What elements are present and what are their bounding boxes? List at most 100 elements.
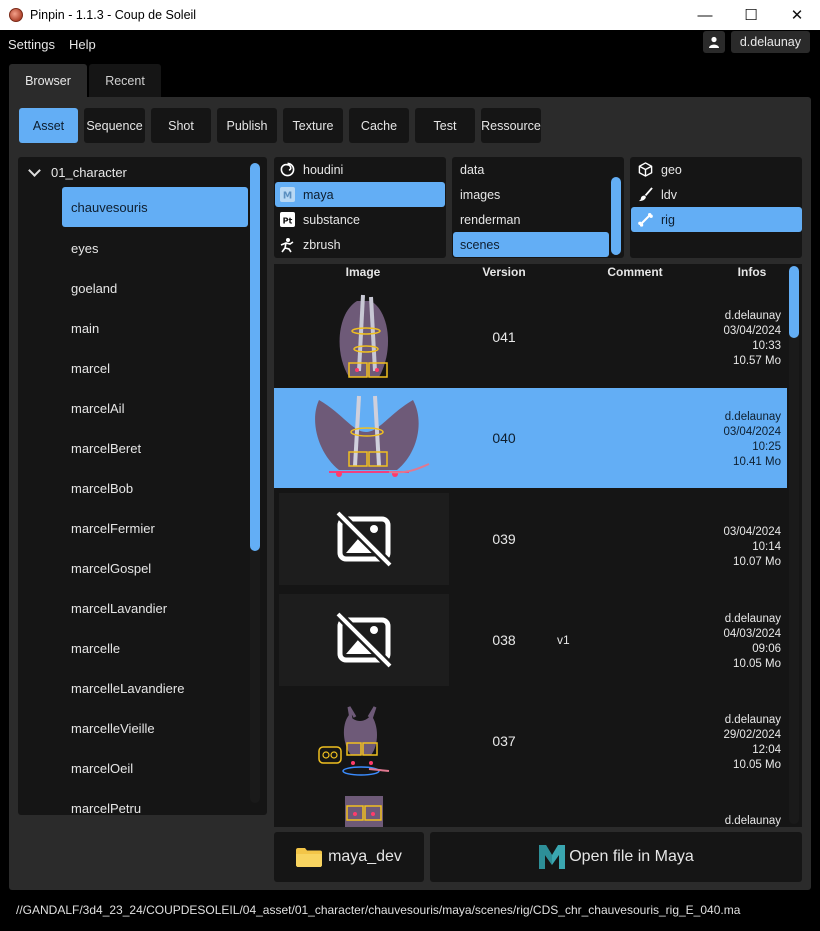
- version-comment: v1: [557, 633, 570, 647]
- table-scrollbar-track[interactable]: [789, 266, 799, 824]
- cube-icon: [637, 162, 653, 178]
- info-user: d.delaunay: [724, 815, 781, 827]
- version-info: d.delaunay 03/04/2024 10:25 10.41 Mo: [681, 410, 781, 470]
- column-header-infos[interactable]: Infos: [712, 265, 792, 285]
- tree-item[interactable]: marcelBeret: [62, 428, 248, 468]
- user-area: d.delaunay: [702, 31, 810, 53]
- tree-item[interactable]: eyes: [62, 228, 248, 268]
- table-row[interactable]: 037 d.delaunay 29/02/2024 12:04 10.05 Mo: [274, 691, 787, 791]
- department-item-ldv[interactable]: ldv: [637, 182, 797, 207]
- open-folder-label: maya_dev: [328, 848, 402, 865]
- department-item-rig[interactable]: rig: [631, 207, 802, 232]
- version-info: d.delaunay: [681, 814, 781, 827]
- menu-settings[interactable]: Settings: [8, 37, 55, 52]
- table-row[interactable]: 039 03/04/2024 10:14 10.07 Mo: [274, 489, 787, 589]
- software-item-substance[interactable]: Pt substance: [279, 207, 441, 232]
- category-texture-button[interactable]: Texture: [283, 108, 343, 143]
- software-item-zbrush[interactable]: zbrush: [279, 232, 441, 257]
- column-header-image[interactable]: Image: [274, 265, 452, 285]
- title-bar: Pinpin - 1.1.3 - Coup de Soleil — ☐ ✕: [0, 0, 820, 30]
- tree-item[interactable]: marcelOeil: [62, 748, 248, 788]
- open-folder-button[interactable]: maya_dev: [274, 832, 424, 882]
- tree-item[interactable]: marcelleVieille: [62, 708, 248, 748]
- maximize-button[interactable]: ☐: [728, 0, 774, 30]
- tree-item[interactable]: goeland: [62, 268, 248, 308]
- menu-bar: Settings Help: [0, 30, 820, 58]
- tree-item[interactable]: marcelleLavandiere: [62, 668, 248, 708]
- folder-item-data[interactable]: data: [460, 157, 610, 182]
- chevron-down-icon[interactable]: [28, 164, 41, 177]
- tree-item[interactable]: marcelGospel: [62, 548, 248, 588]
- category-shot-button[interactable]: Shot: [151, 108, 211, 143]
- tab-browser[interactable]: Browser: [9, 64, 87, 98]
- info-time: 10:14: [752, 541, 781, 553]
- folder-item-renderman[interactable]: renderman: [460, 207, 610, 232]
- department-label: geo: [661, 162, 682, 177]
- version-info: d.delaunay 03/04/2024 10:33 10.57 Mo: [681, 309, 781, 369]
- svg-text:Pt: Pt: [282, 216, 292, 225]
- info-size: 10.05 Mo: [733, 658, 781, 670]
- category-publish-button[interactable]: Publish: [217, 108, 277, 143]
- table-row[interactable]: 041 d.delaunay 03/04/2024 10:33 10.57 Mo: [274, 287, 787, 387]
- tree-item[interactable]: marcelFermier: [62, 508, 248, 548]
- no-image-placeholder: [279, 493, 449, 585]
- version-number: 039: [492, 531, 516, 547]
- software-item-houdini[interactable]: houdini: [279, 157, 441, 182]
- tree-root-label: 01_character: [51, 165, 127, 180]
- table-scrollbar-handle[interactable]: [789, 266, 799, 338]
- app-logo-icon: [9, 8, 23, 22]
- table-row[interactable]: 038 v1 d.delaunay 04/03/2024 09:06 10.05…: [274, 590, 787, 690]
- tree-item[interactable]: marcelle: [62, 628, 248, 668]
- table-row[interactable]: d.delaunay: [274, 792, 787, 827]
- folder-item-images[interactable]: images: [460, 182, 610, 207]
- tree-scrollbar-handle[interactable]: [250, 163, 260, 551]
- tree-item[interactable]: marcelBob: [62, 468, 248, 508]
- folder-item-scenes[interactable]: scenes: [453, 232, 609, 257]
- category-test-button[interactable]: Test: [415, 108, 475, 143]
- category-cache-button[interactable]: Cache: [349, 108, 409, 143]
- software-item-maya[interactable]: M maya: [275, 182, 445, 207]
- category-asset-button[interactable]: Asset: [19, 108, 78, 143]
- tree-item[interactable]: marcelAil: [62, 388, 248, 428]
- folder-scrollbar-handle[interactable]: [611, 177, 621, 255]
- tree-item[interactable]: chauvesouris: [62, 187, 248, 227]
- thumbnail-image: [279, 392, 449, 484]
- department-item-geo[interactable]: geo: [637, 157, 797, 182]
- tree-item[interactable]: marcelPetru: [62, 788, 248, 816]
- table-row[interactable]: 040 d.delaunay 03/04/2024 10:25 10.41 Mo: [274, 388, 787, 488]
- minimize-button[interactable]: —: [682, 0, 728, 30]
- tree-root-01-character[interactable]: 01_character: [26, 164, 127, 180]
- close-button[interactable]: ✕: [774, 0, 820, 30]
- houdini-icon: [279, 162, 295, 178]
- open-in-maya-label: Open file in Maya: [569, 848, 694, 865]
- maya-icon: M: [279, 187, 295, 203]
- version-number: 041: [492, 329, 516, 345]
- software-label: houdini: [303, 162, 344, 177]
- column-header-version[interactable]: Version: [449, 265, 559, 285]
- info-user: d.delaunay: [724, 310, 781, 322]
- info-date: 29/02/2024: [723, 729, 781, 741]
- department-label: rig: [661, 212, 675, 227]
- user-name-button[interactable]: d.delaunay: [730, 31, 810, 53]
- menu-help[interactable]: Help: [69, 37, 96, 52]
- asset-tree: 01_character chauvesouris eyes goeland m…: [18, 157, 267, 815]
- category-ressource-button[interactable]: Ressource: [481, 108, 541, 143]
- info-time: 10:33: [752, 340, 781, 352]
- info-date: 04/03/2024: [723, 628, 781, 640]
- thumbnail-image: [279, 291, 449, 383]
- info-size: 10.05 Mo: [733, 759, 781, 771]
- tree-item[interactable]: marcelLavandier: [62, 588, 248, 628]
- no-image-icon: [334, 509, 394, 569]
- category-sequence-button[interactable]: Sequence: [84, 108, 145, 143]
- tree-item[interactable]: marcel: [62, 348, 248, 388]
- tree-item[interactable]: main: [62, 308, 248, 348]
- info-date: 03/04/2024: [723, 426, 781, 438]
- user-icon[interactable]: [702, 31, 725, 53]
- version-number: 038: [492, 632, 516, 648]
- open-in-maya-button[interactable]: Open file in Maya: [430, 832, 802, 882]
- column-header-comment[interactable]: Comment: [580, 265, 690, 285]
- bone-icon: [637, 212, 653, 228]
- info-time: 12:04: [752, 744, 781, 756]
- tab-recent[interactable]: Recent: [89, 64, 161, 98]
- department-list: geo ldv rig: [630, 157, 802, 258]
